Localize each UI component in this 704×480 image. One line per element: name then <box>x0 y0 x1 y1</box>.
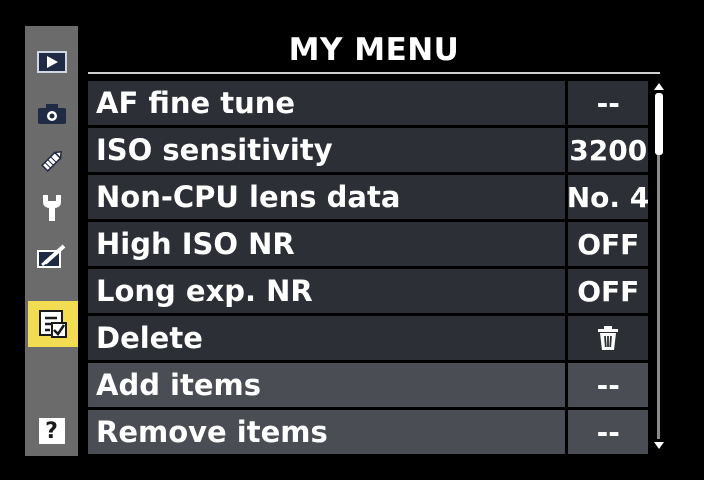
menu-item-high-iso-nr[interactable]: High ISO NR OFF <box>88 222 648 266</box>
page-title: MY MENU <box>288 32 460 68</box>
my-menu-icon[interactable] <box>28 301 78 347</box>
help-icon[interactable]: ? <box>25 409 78 453</box>
menu-item-label: Delete <box>88 316 566 360</box>
menu-item-remove-items[interactable]: Remove items -- <box>88 410 648 454</box>
camera-icon[interactable] <box>25 92 78 136</box>
pencil-icon[interactable] <box>25 139 78 183</box>
retouch-brush-icon[interactable] <box>25 234 78 278</box>
trash-icon <box>598 326 619 350</box>
menu-item-value: -- <box>568 81 648 125</box>
camera-menu-screen: ? MY MENU AF fine tune -- ISO sensitivit… <box>0 0 704 480</box>
menu-item-label: ISO sensitivity <box>88 128 566 172</box>
menu-item-label: Add items <box>88 363 566 407</box>
menu-item-value: No. 4 <box>567 175 649 219</box>
menu-item-label: Remove items <box>88 410 566 454</box>
menu-item-long-exp-nr[interactable]: Long exp. NR OFF <box>88 269 648 313</box>
title-divider <box>88 72 660 74</box>
scroll-thumb[interactable] <box>655 93 663 155</box>
menu-item-iso-sensitivity[interactable]: ISO sensitivity 3200 <box>88 128 648 172</box>
menu-item-value: OFF <box>568 269 648 313</box>
menu-item-value: -- <box>568 363 648 407</box>
help-label: ? <box>38 418 65 444</box>
menu-item-add-items[interactable]: Add items -- <box>88 363 648 407</box>
menu-item-value: OFF <box>568 222 648 266</box>
scroll-down-arrow-icon <box>654 442 664 449</box>
menu-item-af-fine-tune[interactable]: AF fine tune -- <box>88 81 648 125</box>
wrench-icon[interactable] <box>25 186 78 230</box>
menu-item-label: Non-CPU lens data <box>88 175 565 219</box>
scroll-up-arrow-icon <box>654 83 664 90</box>
menu-item-label: High ISO NR <box>88 222 566 266</box>
scrollbar[interactable] <box>652 83 666 449</box>
menu-category-sidebar: ? <box>25 26 78 456</box>
menu-item-label: AF fine tune <box>88 81 566 125</box>
menu-item-delete[interactable]: Delete <box>88 316 648 360</box>
menu-item-non-cpu-lens-data[interactable]: Non-CPU lens data No. 4 <box>88 175 649 219</box>
menu-list: AF fine tune -- ISO sensitivity 3200 Non… <box>88 81 649 457</box>
menu-item-value <box>568 316 648 360</box>
menu-item-label: Long exp. NR <box>88 269 566 313</box>
playback-icon[interactable] <box>25 40 78 84</box>
menu-item-value: -- <box>568 410 648 454</box>
menu-item-value: 3200 <box>568 128 648 172</box>
